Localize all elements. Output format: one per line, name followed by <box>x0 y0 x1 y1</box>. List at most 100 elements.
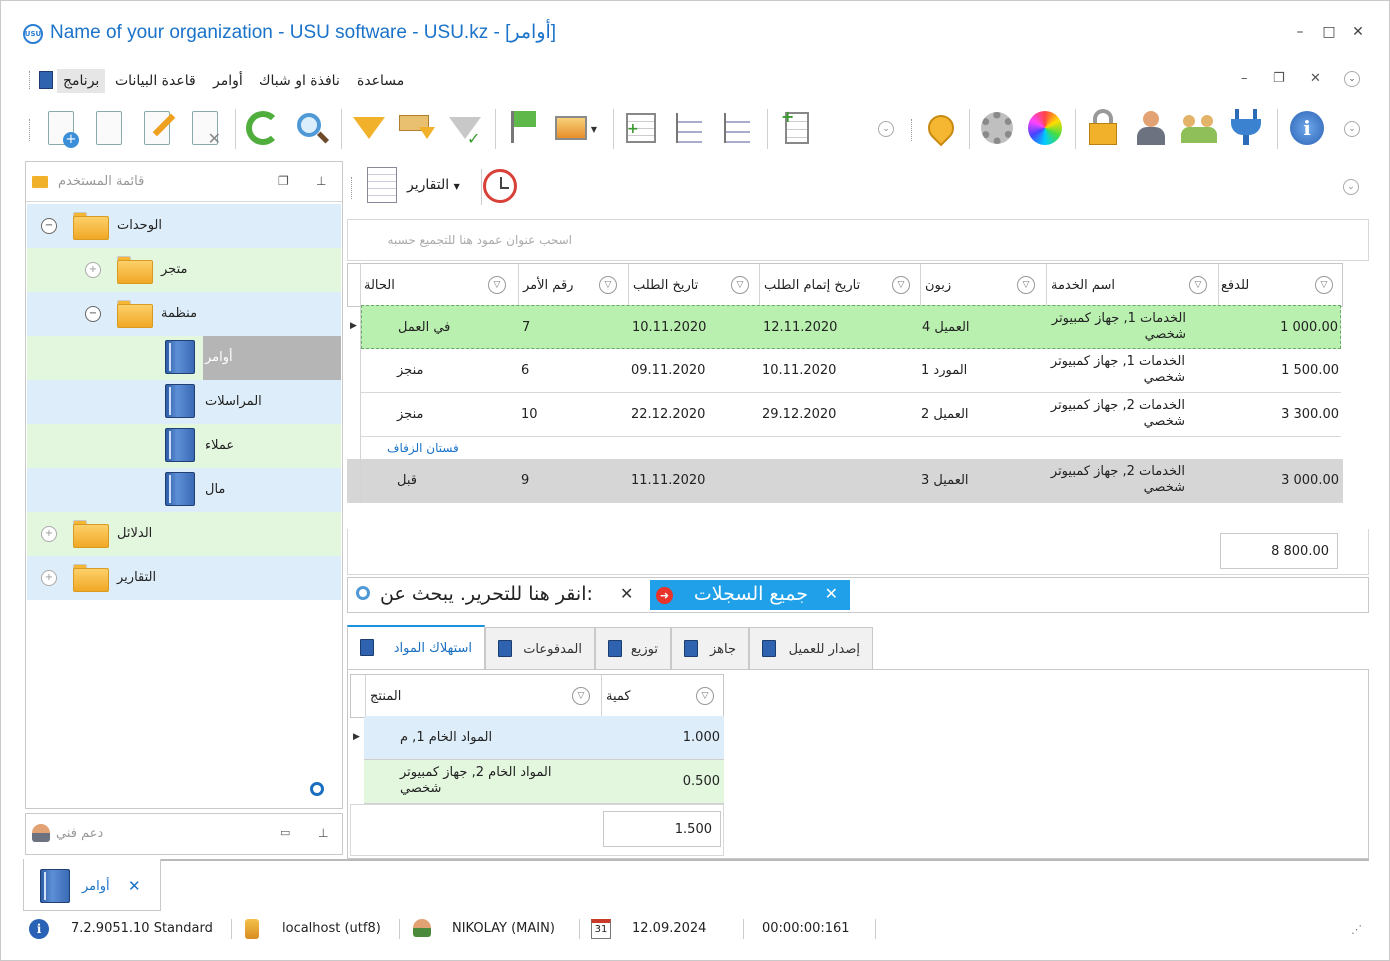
users-group-icon[interactable] <box>1179 107 1219 149</box>
color-wheel-icon[interactable] <box>1025 107 1065 149</box>
toolbar2-overflow-icon[interactable]: ⌄ <box>1344 121 1360 137</box>
reports-dropdown[interactable]: التقارير ▼ <box>407 177 460 193</box>
toolbar2-grip[interactable] <box>911 119 913 141</box>
col-payment[interactable]: للدفع ▽ <box>1218 264 1342 306</box>
reports-grip[interactable] <box>351 177 353 199</box>
toolbar-overflow-icon[interactable]: ⌄ <box>878 121 894 137</box>
table-row[interactable]: المواد الخام 2, جهاز كمبيوتر شخصي 0.500 <box>364 760 724 804</box>
col-order-no[interactable]: رقم الأمر ▽ <box>518 264 628 306</box>
column-filter-icon[interactable]: ▽ <box>731 276 749 294</box>
column-filter-icon[interactable]: ▽ <box>1017 276 1035 294</box>
col-product[interactable]: المنتج ▽ <box>365 675 601 717</box>
column-filter-icon[interactable]: ▽ <box>1315 276 1333 294</box>
tab-issue-to-client[interactable]: إصدار للعميل <box>749 627 873 669</box>
col-customer[interactable]: زبون ▽ <box>920 264 1046 306</box>
col-request-date[interactable]: تاريخ الطلب ▽ <box>628 264 759 306</box>
location-pin-icon[interactable] <box>921 107 961 149</box>
info-icon[interactable]: i <box>1287 107 1327 149</box>
filter-icon[interactable] <box>349 107 389 149</box>
close-button[interactable]: ✕ <box>1349 23 1367 41</box>
tree-expand-icon[interactable] <box>669 107 709 149</box>
tree-item-money[interactable]: مال <box>27 468 341 512</box>
tree-item-clients[interactable]: عملاء <box>27 424 341 468</box>
tree-item-directories[interactable]: + الدلائل <box>27 512 341 556</box>
tree-item-orders[interactable]: أوامر <box>27 336 341 380</box>
col-service[interactable]: اسم الخدمة ▽ <box>1046 264 1218 306</box>
tree-item-correspondence[interactable]: المراسلات <box>27 380 341 424</box>
menu-program[interactable]: برنامج <box>57 69 106 93</box>
table-row[interactable]: منجز 10 22.12.2020 29.12.2020 العميل 2 ا… <box>361 393 1341 437</box>
filter-edit-hint[interactable]: انقر هنا للتحرير. يبحث عن: <box>380 583 593 605</box>
clear-search-button[interactable]: ✕ <box>620 584 633 603</box>
mdi-restore-button[interactable]: ❐ <box>1273 71 1285 86</box>
flag-icon[interactable] <box>503 107 543 149</box>
expand-icon[interactable]: + <box>41 570 57 586</box>
tab-payments[interactable]: المدفوعات <box>485 627 595 669</box>
filter-apply-icon[interactable]: ✓ <box>445 107 485 149</box>
tab-materials-consumption[interactable]: استهلاك المواد <box>347 625 485 670</box>
picture-icon[interactable]: ▼ <box>551 107 597 149</box>
collapse-icon[interactable]: − <box>41 218 57 234</box>
column-filter-icon[interactable]: ▽ <box>892 276 910 294</box>
mdi-minimize-button[interactable]: – <box>1241 71 1248 86</box>
toolbar-grip[interactable] <box>29 119 31 141</box>
tab-ready[interactable]: جاهز <box>671 627 749 669</box>
panel-float-icon[interactable]: ❐ <box>278 174 289 188</box>
tree-item-shop[interactable]: + متجر <box>27 248 341 292</box>
column-filter-icon[interactable]: ▽ <box>696 687 714 705</box>
clock-icon[interactable] <box>483 169 517 203</box>
tab-distribution[interactable]: توزيع <box>595 627 671 669</box>
collapse-icon[interactable]: − <box>85 306 101 322</box>
reports-overflow-icon[interactable]: ⌄ <box>1343 179 1359 195</box>
chip-close-button[interactable]: ✕ <box>825 584 838 603</box>
expand-columns-icon[interactable]: + <box>621 107 661 149</box>
tree-collapse-icon[interactable] <box>717 107 757 149</box>
menu-help[interactable]: مساعدة <box>351 69 410 93</box>
maximize-button[interactable]: □ <box>1320 23 1338 41</box>
delete-record-icon[interactable]: ✕ <box>185 107 225 149</box>
search-icon[interactable] <box>356 586 370 600</box>
remove-filter-icon[interactable]: ➜ <box>656 587 673 604</box>
tree-item-units[interactable]: − الوحدات <box>27 204 341 248</box>
col-status[interactable]: الحالة ▽ <box>362 264 518 306</box>
tree-item-reports[interactable]: + التقارير <box>27 556 341 600</box>
user-key-icon[interactable] <box>1131 107 1171 149</box>
menu-window[interactable]: نافذة او شباك <box>253 69 346 93</box>
table-row[interactable]: المواد الخام 1, م 1.000 <box>364 716 724 760</box>
all-records-filter-chip[interactable]: ➜ جميع السجلات ✕ <box>650 580 850 610</box>
menu-database[interactable]: قاعدة البيانات <box>109 69 202 93</box>
resize-grip-icon[interactable]: ⋰ <box>1351 923 1362 936</box>
plugin-icon[interactable] <box>1227 107 1267 149</box>
document-tab-orders[interactable]: أوامر ✕ <box>23 859 161 911</box>
reports-sheet-icon[interactable] <box>367 167 397 203</box>
column-filter-icon[interactable]: ▽ <box>599 276 617 294</box>
search-icon[interactable] <box>291 107 331 149</box>
row-link-wedding-dress[interactable]: فستان الزفاف <box>387 441 459 455</box>
table-row[interactable]: في العمل 7 10.11.2020 12.11.2020 العميل … <box>361 305 1341 349</box>
column-filter-icon[interactable]: ▽ <box>1189 276 1207 294</box>
table-row[interactable]: منجز 6 09.11.2020 10.11.2020 المورد 1 ال… <box>361 349 1341 393</box>
lock-icon[interactable] <box>1083 107 1123 149</box>
menu-orders[interactable]: أوامر <box>207 69 249 93</box>
add-record-icon[interactable]: + <box>41 107 81 149</box>
column-filter-icon[interactable]: ▽ <box>572 687 590 705</box>
collapse-menu-icon[interactable]: ⌄ <box>1344 71 1360 87</box>
table-row[interactable]: قبل 9 11.11.2020 العميل 3 الخدمات 2, جها… <box>347 459 1343 503</box>
panel-pin-icon[interactable]: ⊥ <box>318 826 328 840</box>
expand-icon[interactable]: + <box>85 262 101 278</box>
copy-record-icon[interactable] <box>89 107 129 149</box>
tree-search-icon[interactable] <box>310 782 324 796</box>
document-tab-close[interactable]: ✕ <box>128 877 141 895</box>
col-completion-date[interactable]: تاريخ إتمام الطلب ▽ <box>759 264 920 306</box>
mdi-close-button[interactable]: ✕ <box>1310 71 1321 86</box>
tree-item-organization[interactable]: − منظمة <box>27 292 341 336</box>
minimize-button[interactable]: – <box>1291 23 1309 41</box>
menu-grip[interactable] <box>29 71 31 89</box>
panel-maximize-icon[interactable]: ▭ <box>280 826 290 839</box>
expand-icon[interactable]: + <box>41 526 57 542</box>
settings-gear-icon[interactable] <box>977 107 1017 149</box>
filter-settings-icon[interactable] <box>397 107 437 149</box>
col-quantity[interactable]: كمية ▽ <box>601 675 723 717</box>
column-filter-icon[interactable]: ▽ <box>488 276 506 294</box>
group-by-area[interactable]: اسحب عنوان عمود هنا للتجميع حسبه <box>347 219 1369 261</box>
